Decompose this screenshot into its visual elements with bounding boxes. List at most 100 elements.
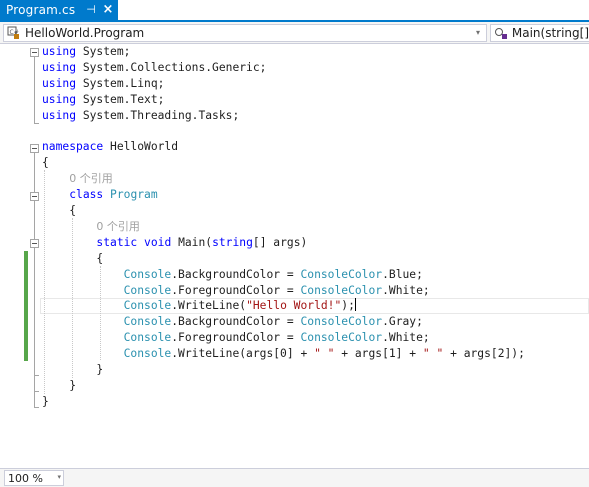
code-token: using <box>42 45 77 58</box>
code-token: static <box>96 235 138 249</box>
code-token: .Blue; <box>382 267 423 281</box>
fold-guide-end <box>34 407 39 408</box>
code-token: { <box>42 156 49 170</box>
code-token: System.Text; <box>76 92 165 106</box>
code-line: namespace HelloWorld <box>42 139 178 155</box>
code-token: .ForegroundColor = <box>171 331 301 345</box>
close-icon[interactable]: × <box>101 3 115 17</box>
code-token: Console <box>123 267 172 281</box>
fold-guide-end <box>34 123 39 124</box>
code-token: System.Collections.Generic; <box>76 60 267 74</box>
code-token: + args[1] + <box>334 347 423 361</box>
member-dropdown-text: Main(string[] <box>511 26 589 40</box>
code-editor[interactable]: using System; using System.Collections.Ge… <box>0 44 589 468</box>
code-token: System; <box>76 45 131 58</box>
code-token: using <box>42 60 77 74</box>
code-token: ConsoleColor <box>300 283 383 297</box>
navigation-bar: C# HelloWorld.Program ▾ Main(string[] <box>0 22 589 44</box>
fold-guide-end <box>34 391 39 392</box>
code-token: void <box>144 235 172 249</box>
code-token: } <box>42 394 49 408</box>
code-token: System.Linq; <box>76 76 165 90</box>
code-token: Console <box>123 283 172 297</box>
chevron-down-icon[interactable]: ▾ <box>472 27 484 39</box>
code-line: class Program <box>42 187 158 203</box>
code-token: .BackgroundColor = <box>171 315 301 329</box>
code-line: Console.ForegroundColor = ConsoleColor.W… <box>42 330 430 346</box>
code-token: { <box>42 204 77 217</box>
code-token: ConsoleColor <box>300 331 383 345</box>
collapse-usings-icon[interactable] <box>30 48 39 57</box>
code-line: } <box>42 362 103 378</box>
collapse-namespace-icon[interactable] <box>30 144 39 153</box>
code-line: { <box>42 251 103 267</box>
chevron-down-icon[interactable]: ▾ <box>57 473 61 481</box>
code-token: namespace <box>42 140 104 154</box>
code-line: using System.Collections.Generic; <box>42 60 266 76</box>
code-token: ConsoleColor <box>300 267 383 281</box>
member-dropdown[interactable]: Main(string[] <box>490 24 589 42</box>
code-line: using System; <box>42 44 130 60</box>
code-token: { <box>42 251 104 265</box>
pin-icon[interactable]: ⊣ <box>84 3 98 17</box>
code-line: static void Main(string[] args) <box>42 235 307 251</box>
code-line: Console.BackgroundColor = ConsoleColor.G… <box>42 314 423 330</box>
indicator-margin <box>0 44 20 468</box>
code-token: Program <box>110 188 158 202</box>
code-token: .WriteLine(args[0] + <box>171 347 315 361</box>
code-token: .White; <box>382 283 430 297</box>
collapse-class-icon[interactable] <box>30 192 39 201</box>
code-line: Console.WriteLine(args[0] + " " + args[1… <box>42 346 525 362</box>
code-token: Console <box>123 331 172 345</box>
zoom-dropdown[interactable]: 100 % ▾ <box>4 470 64 486</box>
code-token: HelloWorld <box>103 140 179 154</box>
code-token: string <box>212 235 253 249</box>
code-line: using System.Threading.Tasks; <box>42 108 239 124</box>
code-line: } <box>42 378 76 394</box>
collapse-method-icon[interactable] <box>30 239 39 248</box>
reference-count-lens[interactable]: 0 个引用 <box>96 220 140 233</box>
code-token: } <box>42 378 77 392</box>
code-line: 0 个引用 <box>42 219 140 235</box>
csharp-class-icon: C# <box>6 25 22 41</box>
code-token: .WriteLine( <box>171 299 247 313</box>
code-token: using <box>42 92 77 106</box>
fold-guide <box>34 57 35 123</box>
code-token: } <box>42 363 104 376</box>
code-line: } <box>42 394 49 410</box>
code-token: Console <box>123 315 172 329</box>
code-token: .Gray; <box>382 315 423 329</box>
code-line: { <box>42 203 76 219</box>
code-line: using System.Text; <box>42 92 164 108</box>
code-token: Console <box>123 299 172 313</box>
method-icon <box>493 25 509 41</box>
reference-count-lens[interactable]: 0 个引用 <box>69 172 113 185</box>
class-dropdown-text: HelloWorld.Program <box>25 26 145 40</box>
fold-guide <box>34 248 35 375</box>
code-line: Console.ForegroundColor = ConsoleColor.W… <box>42 283 430 299</box>
class-dropdown[interactable]: C# HelloWorld.Program ▾ <box>3 24 487 42</box>
code-line: { <box>42 155 49 171</box>
code-token: using <box>42 108 77 122</box>
code-token: ConsoleColor <box>300 315 383 329</box>
editor-bottom-bar: 100 % ▾ <box>0 468 589 487</box>
code-token: .ForegroundColor = <box>171 283 301 297</box>
code-token: ); <box>341 299 355 313</box>
code-token: [] args) <box>252 235 308 249</box>
zoom-level: 100 % <box>8 471 43 485</box>
code-token: .White; <box>382 331 430 345</box>
code-token: + args[2]); <box>443 347 525 361</box>
document-tab-strip: Program.cs ⊣ × <box>0 0 589 22</box>
tab-program-cs[interactable]: Program.cs ⊣ × <box>0 0 118 20</box>
code-line: using System.Linq; <box>42 76 164 92</box>
